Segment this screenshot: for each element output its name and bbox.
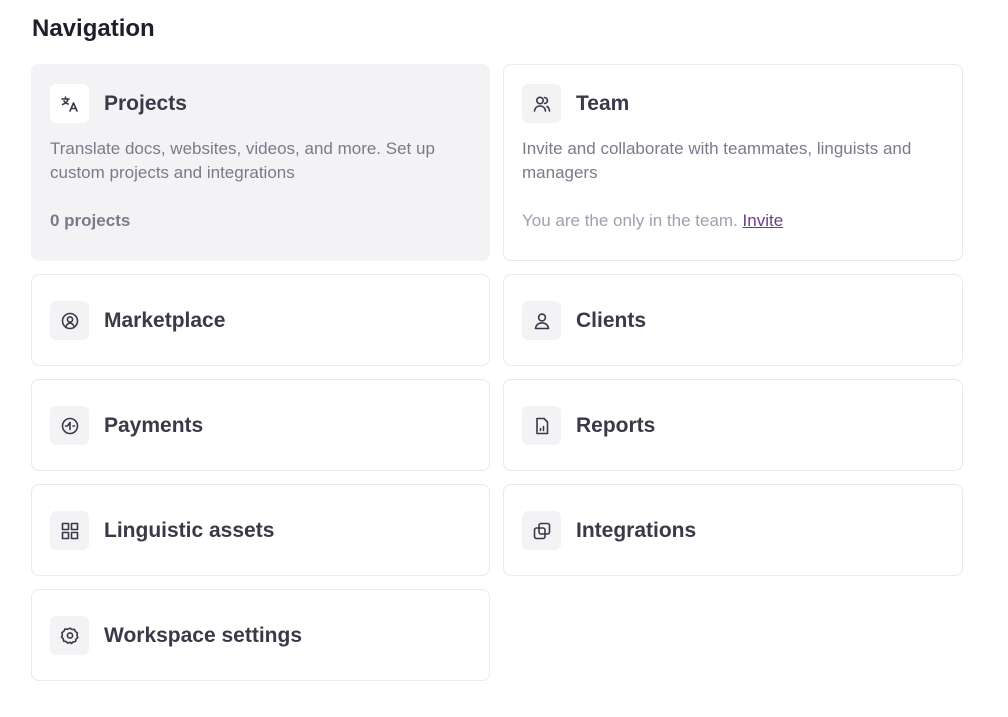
marketplace-title: Marketplace: [104, 308, 226, 332]
gear-icon: [50, 616, 89, 655]
integrations-title: Integrations: [576, 518, 697, 542]
users-icon: [522, 84, 561, 123]
linguistic-assets-card[interactable]: Linguistic assets: [31, 484, 490, 576]
team-status-text: You are the only in the team.: [522, 211, 738, 230]
projects-count: 0 projects: [50, 211, 131, 230]
payments-card[interactable]: Payments: [31, 379, 490, 471]
team-description: Invite and collaborate with teammates, l…: [522, 139, 912, 182]
search-person-icon: [50, 301, 89, 340]
projects-card[interactable]: Projects Translate docs, websites, video…: [31, 64, 490, 261]
linguistic-assets-title: Linguistic assets: [104, 518, 275, 542]
projects-title: Projects: [104, 91, 187, 115]
team-title: Team: [576, 91, 630, 115]
projects-description: Translate docs, websites, videos, and mo…: [50, 139, 435, 182]
workspace-settings-card[interactable]: Workspace settings: [31, 589, 490, 681]
clients-title: Clients: [576, 308, 647, 332]
team-status: You are the only in the team. Invite: [522, 209, 783, 233]
workspace-settings-title: Workspace settings: [104, 623, 303, 647]
team-card[interactable]: Team Invite and collaborate with teammat…: [503, 64, 963, 261]
report-icon: [522, 406, 561, 445]
translate-icon: [50, 84, 89, 123]
integrations-card[interactable]: Integrations: [503, 484, 963, 576]
integrations-icon: [522, 511, 561, 550]
grid-icon: [50, 511, 89, 550]
page-heading: Navigation: [32, 15, 155, 42]
payment-icon: [50, 406, 89, 445]
clients-card[interactable]: Clients: [503, 274, 963, 366]
reports-title: Reports: [576, 413, 656, 437]
payments-title: Payments: [104, 413, 204, 437]
reports-card[interactable]: Reports: [503, 379, 963, 471]
user-icon: [522, 301, 561, 340]
marketplace-card[interactable]: Marketplace: [31, 274, 490, 366]
invite-link[interactable]: Invite: [743, 211, 784, 230]
